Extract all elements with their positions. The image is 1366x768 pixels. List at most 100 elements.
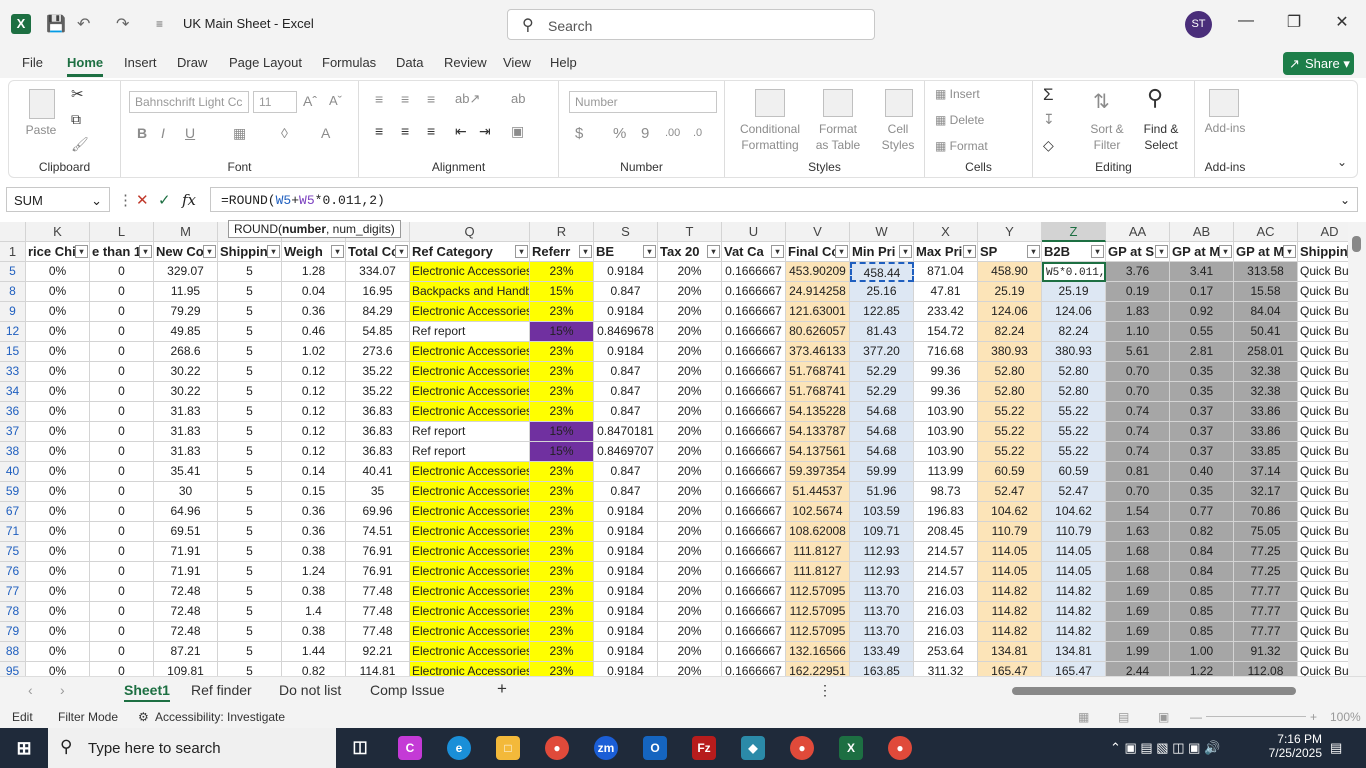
table-cell[interactable]: 33.85 [1234,442,1298,462]
table-cell[interactable]: 1.83 [1106,302,1170,322]
save-icon[interactable]: 💾 [46,14,66,34]
table-cell[interactable]: 11.95 [154,282,218,302]
table-cell[interactable]: 54.137561 [786,442,850,462]
table-cell[interactable]: 77.48 [346,622,410,642]
outlook-icon[interactable]: O [643,736,667,760]
tray-icons[interactable]: ⌃ ▣ ▤ ▧ ◫ ▣ 🔊 [1110,740,1220,756]
table-cell[interactable]: 216.03 [914,622,978,642]
table-cell[interactable]: 0.9184 [594,522,658,542]
table-cell[interactable]: 54.68 [850,422,914,442]
table-cell[interactable]: 35 [346,482,410,502]
table-cell[interactable]: 0.9184 [594,642,658,662]
table-cell[interactable]: 5 [218,662,282,676]
table-cell[interactable]: 5 [218,642,282,662]
table-cell[interactable]: 0.847 [594,402,658,422]
table-cell[interactable]: 1.63 [1106,522,1170,542]
sheet-tab-do-not-list[interactable]: Do not list [279,682,341,698]
table-cell[interactable]: 0.9184 [594,662,658,676]
chrome-profile-2-icon[interactable]: ● [888,736,912,760]
table-cell[interactable]: 102.5674 [786,502,850,522]
table-cell[interactable]: 84.04 [1234,302,1298,322]
table-cell[interactable]: 112.57095 [786,622,850,642]
row-number[interactable]: 33 [0,362,26,382]
table-cell[interactable]: 75.05 [1234,522,1298,542]
table-cell[interactable]: 52.29 [850,382,914,402]
table-cell[interactable]: 23% [530,462,594,482]
table-cell[interactable]: 0% [26,522,90,542]
table-cell[interactable]: 23% [530,622,594,642]
table-cell[interactable]: 20% [658,262,722,282]
copilot-icon[interactable]: C [398,736,422,760]
name-box[interactable]: SUM ⌄ [6,187,110,212]
table-cell[interactable]: 114.82 [1042,582,1106,602]
column-header-l[interactable]: L [90,222,154,242]
filter-dropdown-icon[interactable]: ▾ [1091,245,1104,258]
table-cell[interactable]: 91.32 [1234,642,1298,662]
table-cell[interactable]: 51.96 [850,482,914,502]
table-cell[interactable]: 23% [530,502,594,522]
table-cell[interactable]: 5 [218,542,282,562]
column-header-s[interactable]: S [594,222,658,242]
table-cell[interactable]: 20% [658,622,722,642]
table-cell[interactable]: 71.91 [154,562,218,582]
table-cell[interactable]: 162.22951 [786,662,850,676]
orientation-icon[interactable]: ab↗ [455,91,480,107]
table-cell[interactable]: 0% [26,582,90,602]
table-cell[interactable]: 1.68 [1106,562,1170,582]
notifications-icon[interactable]: ▤ [1330,740,1342,756]
table-cell[interactable]: 0% [26,282,90,302]
row-number[interactable]: 36 [0,402,26,422]
table-cell[interactable]: 253.64 [914,642,978,662]
table-cell[interactable]: 133.49 [850,642,914,662]
table-cell[interactable]: 20% [658,462,722,482]
table-cell[interactable]: Quick Buy [1298,422,1348,442]
table-cell[interactable]: 0.12 [282,442,346,462]
row-number[interactable]: 67 [0,502,26,522]
table-cell[interactable]: 1.44 [282,642,346,662]
find-select-button[interactable]: Find & Select [1133,121,1189,153]
underline-icon[interactable]: U [185,125,195,141]
table-cell[interactable]: 76.91 [346,562,410,582]
table-cell[interactable]: 82.24 [978,322,1042,342]
filter-dropdown-icon[interactable]: ▾ [643,245,656,258]
column-header-z[interactable]: Z [1042,222,1106,242]
table-cell[interactable]: 81.43 [850,322,914,342]
next-sheet-icon[interactable]: › [60,682,65,698]
table-cell[interactable]: W5*0.011,2) [1042,262,1106,282]
table-cell[interactable]: 0% [26,542,90,562]
table-cell[interactable]: 0.1666667 [722,402,786,422]
increase-decimal-icon[interactable]: .00 [665,127,680,139]
column-header-aa[interactable]: AA [1106,222,1170,242]
tab-home[interactable]: Home [67,55,104,77]
add-sheet-icon[interactable]: + [497,679,507,699]
table-cell[interactable]: Electronic Accessories [410,662,530,676]
table-cell[interactable]: 214.57 [914,542,978,562]
table-cell[interactable]: 0 [90,562,154,582]
table-cell[interactable]: 32.17 [1234,482,1298,502]
decrease-indent-icon[interactable]: ⇤ [455,123,467,140]
table-cell[interactable]: 77.77 [1234,602,1298,622]
table-cell[interactable]: Quick Buy [1298,302,1348,322]
table-cell[interactable]: 0.85 [1170,622,1234,642]
table-cell[interactable]: 114.82 [978,582,1042,602]
table-cell[interactable]: 30.22 [154,362,218,382]
insert-function-icon[interactable]: fx [182,191,196,209]
italic-icon[interactable]: I [161,125,165,141]
table-cell[interactable]: 50.41 [1234,322,1298,342]
table-cell[interactable]: 108.62008 [786,522,850,542]
table-cell[interactable]: Electronic Accessories [410,622,530,642]
filter-dropdown-icon[interactable]: ▾ [771,245,784,258]
table-cell[interactable]: 0.1666667 [722,562,786,582]
enter-icon[interactable]: ✓ [158,191,171,209]
conditional-formatting-icon[interactable] [755,89,785,117]
row-number[interactable]: 34 [0,382,26,402]
table-cell[interactable]: 80.626057 [786,322,850,342]
table-cell[interactable]: 0% [26,642,90,662]
table-cell[interactable]: 69.51 [154,522,218,542]
customize-qat-icon[interactable]: ≡ [156,17,163,31]
table-cell[interactable]: 0.9184 [594,582,658,602]
table-cell[interactable]: 52.47 [1042,482,1106,502]
chrome-icon[interactable]: ● [545,736,569,760]
table-cell[interactable]: 0.9184 [594,622,658,642]
row-number[interactable]: 71 [0,522,26,542]
